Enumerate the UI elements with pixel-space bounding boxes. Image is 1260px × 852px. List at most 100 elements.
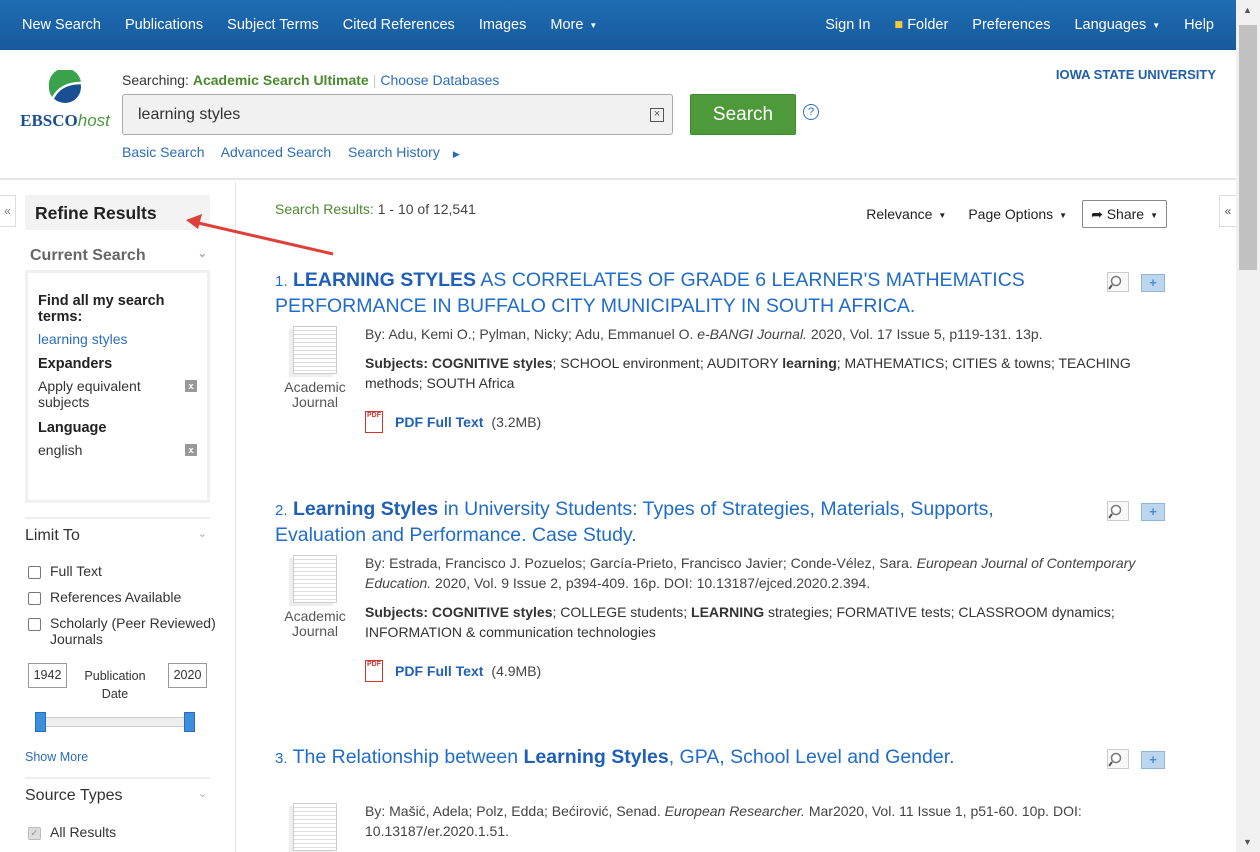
add-to-folder-icon[interactable]: + xyxy=(1141,751,1165,769)
year-to-input[interactable]: 2020 xyxy=(168,663,207,688)
all-results-checkbox[interactable]: ✓ All Results xyxy=(28,824,116,840)
publication-type: Academic Journal xyxy=(281,555,349,639)
nav-languages[interactable]: Languages ▼ xyxy=(1062,17,1172,33)
search-input[interactable]: learning styles × xyxy=(122,94,673,135)
preview-magnifier-icon[interactable] xyxy=(1107,272,1129,292)
searching-text: Searching: xyxy=(122,72,189,88)
result-item: 1. LEARNING STYLES AS CORRELATES OF GRAD… xyxy=(275,268,1175,433)
checkbox-label: Scholarly (Peer Reviewed) Journals xyxy=(50,615,216,647)
pdf-icon: PDF xyxy=(365,411,383,433)
refine-sidebar: Refine Results Current Search ⌄ Find all … xyxy=(0,182,236,852)
search-history-label: Search History xyxy=(348,144,440,160)
page-options-dropdown[interactable]: Page Options ▼ xyxy=(968,206,1067,222)
search-history-link[interactable]: Search History ▶ xyxy=(348,144,473,160)
add-to-folder-icon[interactable]: + xyxy=(1141,503,1165,521)
expander-item: Apply equivalent subjects x xyxy=(38,378,197,410)
caret-right-icon: ▶ xyxy=(452,149,460,159)
scroll-down-icon[interactable]: ▼ xyxy=(1243,837,1252,847)
help-icon[interactable]: ? xyxy=(803,104,819,120)
ebsco-logo[interactable]: EBSCOhost xyxy=(20,68,110,131)
scholarly-checkbox[interactable]: Scholarly (Peer Reviewed) Journals xyxy=(28,615,218,647)
show-more-link[interactable]: Show More xyxy=(25,750,88,764)
byline-text: By: Estrada, Francisco J. Pozuelos; Garc… xyxy=(365,555,917,571)
sort-label: Relevance xyxy=(866,206,933,222)
top-nav: New Search Publications Subject Terms Ci… xyxy=(0,0,1236,50)
slider-handle-start[interactable] xyxy=(35,712,46,732)
nav-folder[interactable]: ■ Folder xyxy=(882,17,960,33)
clear-icon[interactable]: × xyxy=(650,108,664,122)
year-from-input[interactable]: 1942 xyxy=(28,663,67,688)
scrollbar-thumb[interactable] xyxy=(1239,25,1257,270)
nav-help[interactable]: Help xyxy=(1172,17,1226,33)
checkbox-label: All Results xyxy=(50,824,117,840)
checkbox[interactable] xyxy=(28,592,41,605)
header: EBSCOhost Searching: Academic Search Ult… xyxy=(0,50,1236,180)
result-number: 3. xyxy=(275,750,288,767)
publication-type-label: Academic Journal xyxy=(284,379,346,410)
sort-dropdown[interactable]: Relevance ▼ xyxy=(866,206,946,222)
advanced-search-link[interactable]: Advanced Search xyxy=(221,144,332,160)
search-button[interactable]: Search xyxy=(690,94,796,135)
pdf-label: PDF Full Text xyxy=(395,414,484,430)
limit-to-label: Limit To xyxy=(25,527,80,544)
publication-type: Academic Journal xyxy=(281,326,349,410)
nav-publications[interactable]: Publications xyxy=(113,17,215,33)
checkbox[interactable] xyxy=(28,566,41,579)
nav-subject-terms[interactable]: Subject Terms xyxy=(215,17,331,33)
checkbox-checked[interactable]: ✓ xyxy=(28,827,41,840)
remove-icon[interactable]: x xyxy=(185,380,197,392)
result-title-link[interactable]: 1. LEARNING STYLES AS CORRELATES OF GRAD… xyxy=(275,268,1075,318)
byline-text: 2020, Vol. 17 Issue 5, p119-131. 13p. xyxy=(806,326,1043,342)
nav-preferences[interactable]: Preferences xyxy=(960,17,1062,33)
expander-label: Apply equivalent subjects xyxy=(38,378,141,410)
byline-text: By: Mašić, Adela; Polz, Edda; Bećirović,… xyxy=(365,803,665,819)
subject-highlight: LEARNING xyxy=(691,604,765,620)
full-text-checkbox[interactable]: Full Text xyxy=(28,563,102,579)
scroll-up-icon[interactable]: ▲ xyxy=(1243,5,1252,15)
title-text: , GPA, School Level and Gender. xyxy=(668,746,955,768)
pdf-size: (4.9MB) xyxy=(491,663,542,679)
checkbox[interactable] xyxy=(28,618,41,631)
result-item: 3. The Relationship between Learning Sty… xyxy=(275,745,1175,851)
collapse-left-button[interactable]: « xyxy=(0,195,16,227)
collapse-right-button[interactable]: « xyxy=(1219,195,1236,227)
references-available-checkbox[interactable]: References Available xyxy=(28,589,181,605)
academic-journal-icon xyxy=(293,555,337,603)
pdf-full-text-link[interactable]: PDF PDF Full Text (3.2MB) xyxy=(365,411,1170,433)
share-label: Share xyxy=(1106,206,1145,222)
choose-databases-link[interactable]: Choose Databases xyxy=(380,72,499,88)
preview-magnifier-icon[interactable] xyxy=(1107,749,1129,769)
title-highlight: Learning Styles xyxy=(523,746,669,768)
nav-images[interactable]: Images xyxy=(467,17,539,33)
caret-down-icon: ▼ xyxy=(1152,20,1161,30)
result-number: 2. xyxy=(275,502,288,519)
institution-name: IOWA STATE UNIVERSITY xyxy=(1055,67,1216,82)
pdf-full-text-link[interactable]: PDF PDF Full Text (4.9MB) xyxy=(365,660,1170,682)
result-title-link[interactable]: 3. The Relationship between Learning Sty… xyxy=(275,745,1075,771)
nav-cited-references[interactable]: Cited References xyxy=(331,17,467,33)
caret-down-icon: ▼ xyxy=(1059,210,1068,220)
basic-search-link[interactable]: Basic Search xyxy=(122,144,204,160)
add-to-folder-icon[interactable]: + xyxy=(1141,274,1165,292)
publication-type-label: Academic Journal xyxy=(284,608,346,639)
result-title-link[interactable]: 2. Learning Styles in University Student… xyxy=(275,497,1075,547)
scrollbar[interactable]: ▲ ▼ xyxy=(1236,0,1260,852)
chevron-down-icon: ⌄ xyxy=(197,528,207,540)
slider-handle-end[interactable] xyxy=(184,712,195,732)
nav-more-label: More xyxy=(550,17,584,33)
nav-sign-in[interactable]: Sign In xyxy=(813,17,882,33)
nav-new-search[interactable]: New Search xyxy=(10,17,113,33)
preview-magnifier-icon[interactable] xyxy=(1107,501,1129,521)
remove-icon[interactable]: x xyxy=(185,444,197,456)
share-button[interactable]: ➦ Share ▼ xyxy=(1082,200,1167,228)
date-range-slider[interactable] xyxy=(35,712,195,732)
result-byline: By: Estrada, Francisco J. Pozuelos; Garc… xyxy=(365,553,1170,593)
share-icon: ➦ xyxy=(1091,206,1103,222)
nav-more[interactable]: More ▼ xyxy=(538,17,609,33)
search-term-link[interactable]: learning styles xyxy=(38,331,197,347)
chevron-down-icon: ⌄ xyxy=(197,788,207,800)
subject-highlight: Subjects: COGNITIVE styles xyxy=(365,604,553,620)
limit-to-header[interactable]: Limit To ⌄ xyxy=(25,527,210,545)
caret-down-icon: ▼ xyxy=(1150,210,1158,220)
source-types-header[interactable]: Source Types ⌄ xyxy=(25,787,210,805)
